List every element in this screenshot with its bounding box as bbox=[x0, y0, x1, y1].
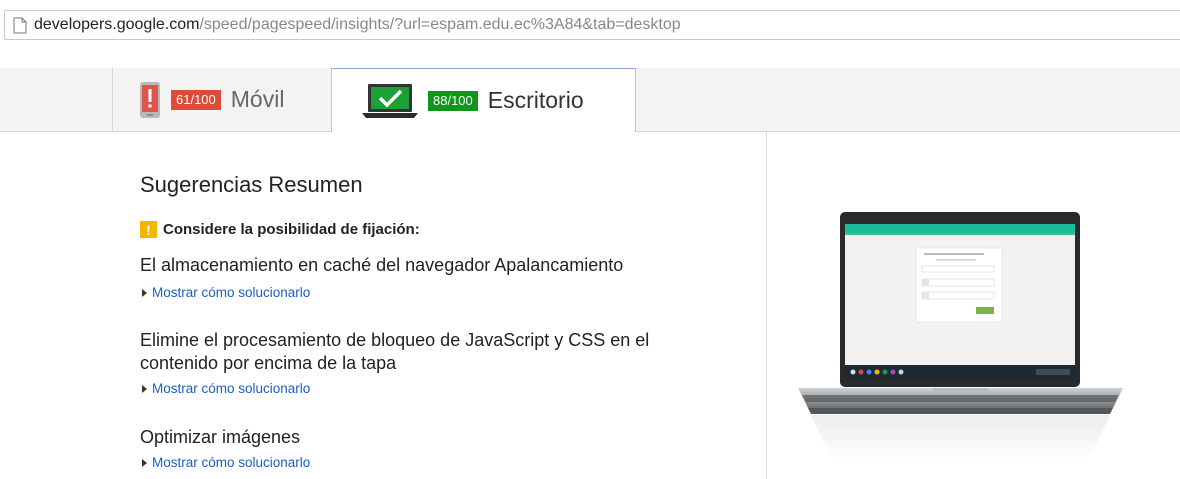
show-fix-link-label: Mostrar cómo solucionarlo bbox=[152, 455, 311, 470]
url-text: developers.google.com/speed/pagespeed/in… bbox=[34, 16, 681, 34]
device-tab-strip: 61/100 Móvil 88/100 Escritorio bbox=[0, 68, 1180, 132]
expand-triangle-icon bbox=[142, 288, 147, 297]
expand-triangle-icon bbox=[142, 384, 147, 393]
url-path: /speed/pagespeed/insights/?url=espam.edu… bbox=[199, 16, 681, 33]
url-field[interactable]: developers.google.com/speed/pagespeed/in… bbox=[4, 10, 1180, 40]
show-fix-link-label: Mostrar cómo solucionarlo bbox=[152, 381, 311, 396]
tab-desktop-label: Escritorio bbox=[487, 87, 584, 113]
laptop-preview-image bbox=[798, 212, 1123, 462]
rule-title: Elimine el procesamiento de bloqueo de J… bbox=[140, 330, 650, 373]
page-icon bbox=[13, 17, 27, 33]
mobile-score-badge: 61/100 bbox=[171, 89, 221, 110]
exclamation-icon: ! bbox=[140, 221, 157, 238]
show-fix-link[interactable]: Mostrar cómo solucionarlo bbox=[140, 381, 310, 396]
browser-address-bar: developers.google.com/speed/pagespeed/in… bbox=[0, 0, 1180, 56]
warning-heading-row: ! Considere la posibilidad de fijación: bbox=[140, 221, 420, 238]
summary-title: Sugerencias Resumen bbox=[140, 172, 363, 197]
show-fix-link[interactable]: Mostrar cómo solucionarlo bbox=[140, 285, 310, 300]
tab-mobile-label: Móvil bbox=[230, 86, 285, 112]
tab-desktop[interactable]: 88/100 Escritorio bbox=[331, 68, 636, 132]
rule-title: El almacenamiento en caché del navegador… bbox=[140, 255, 624, 275]
show-fix-link-label: Mostrar cómo solucionarlo bbox=[152, 285, 311, 300]
panel-divider bbox=[766, 132, 767, 479]
results-panel: Sugerencias Resumen ! Considere la posib… bbox=[0, 132, 1180, 479]
rule-title: Optimizar imágenes bbox=[140, 427, 301, 447]
desktop-score-badge: 88/100 bbox=[428, 90, 478, 111]
show-fix-link[interactable]: Mostrar cómo solucionarlo bbox=[140, 455, 310, 470]
url-host: developers.google.com bbox=[34, 16, 200, 33]
warning-heading: Considere la posibilidad de fijación: bbox=[163, 221, 420, 238]
phone-warning-icon bbox=[140, 81, 160, 118]
expand-triangle-icon bbox=[142, 458, 147, 467]
laptop-check-icon bbox=[362, 83, 418, 118]
tab-mobile[interactable]: 61/100 Móvil bbox=[112, 68, 332, 131]
